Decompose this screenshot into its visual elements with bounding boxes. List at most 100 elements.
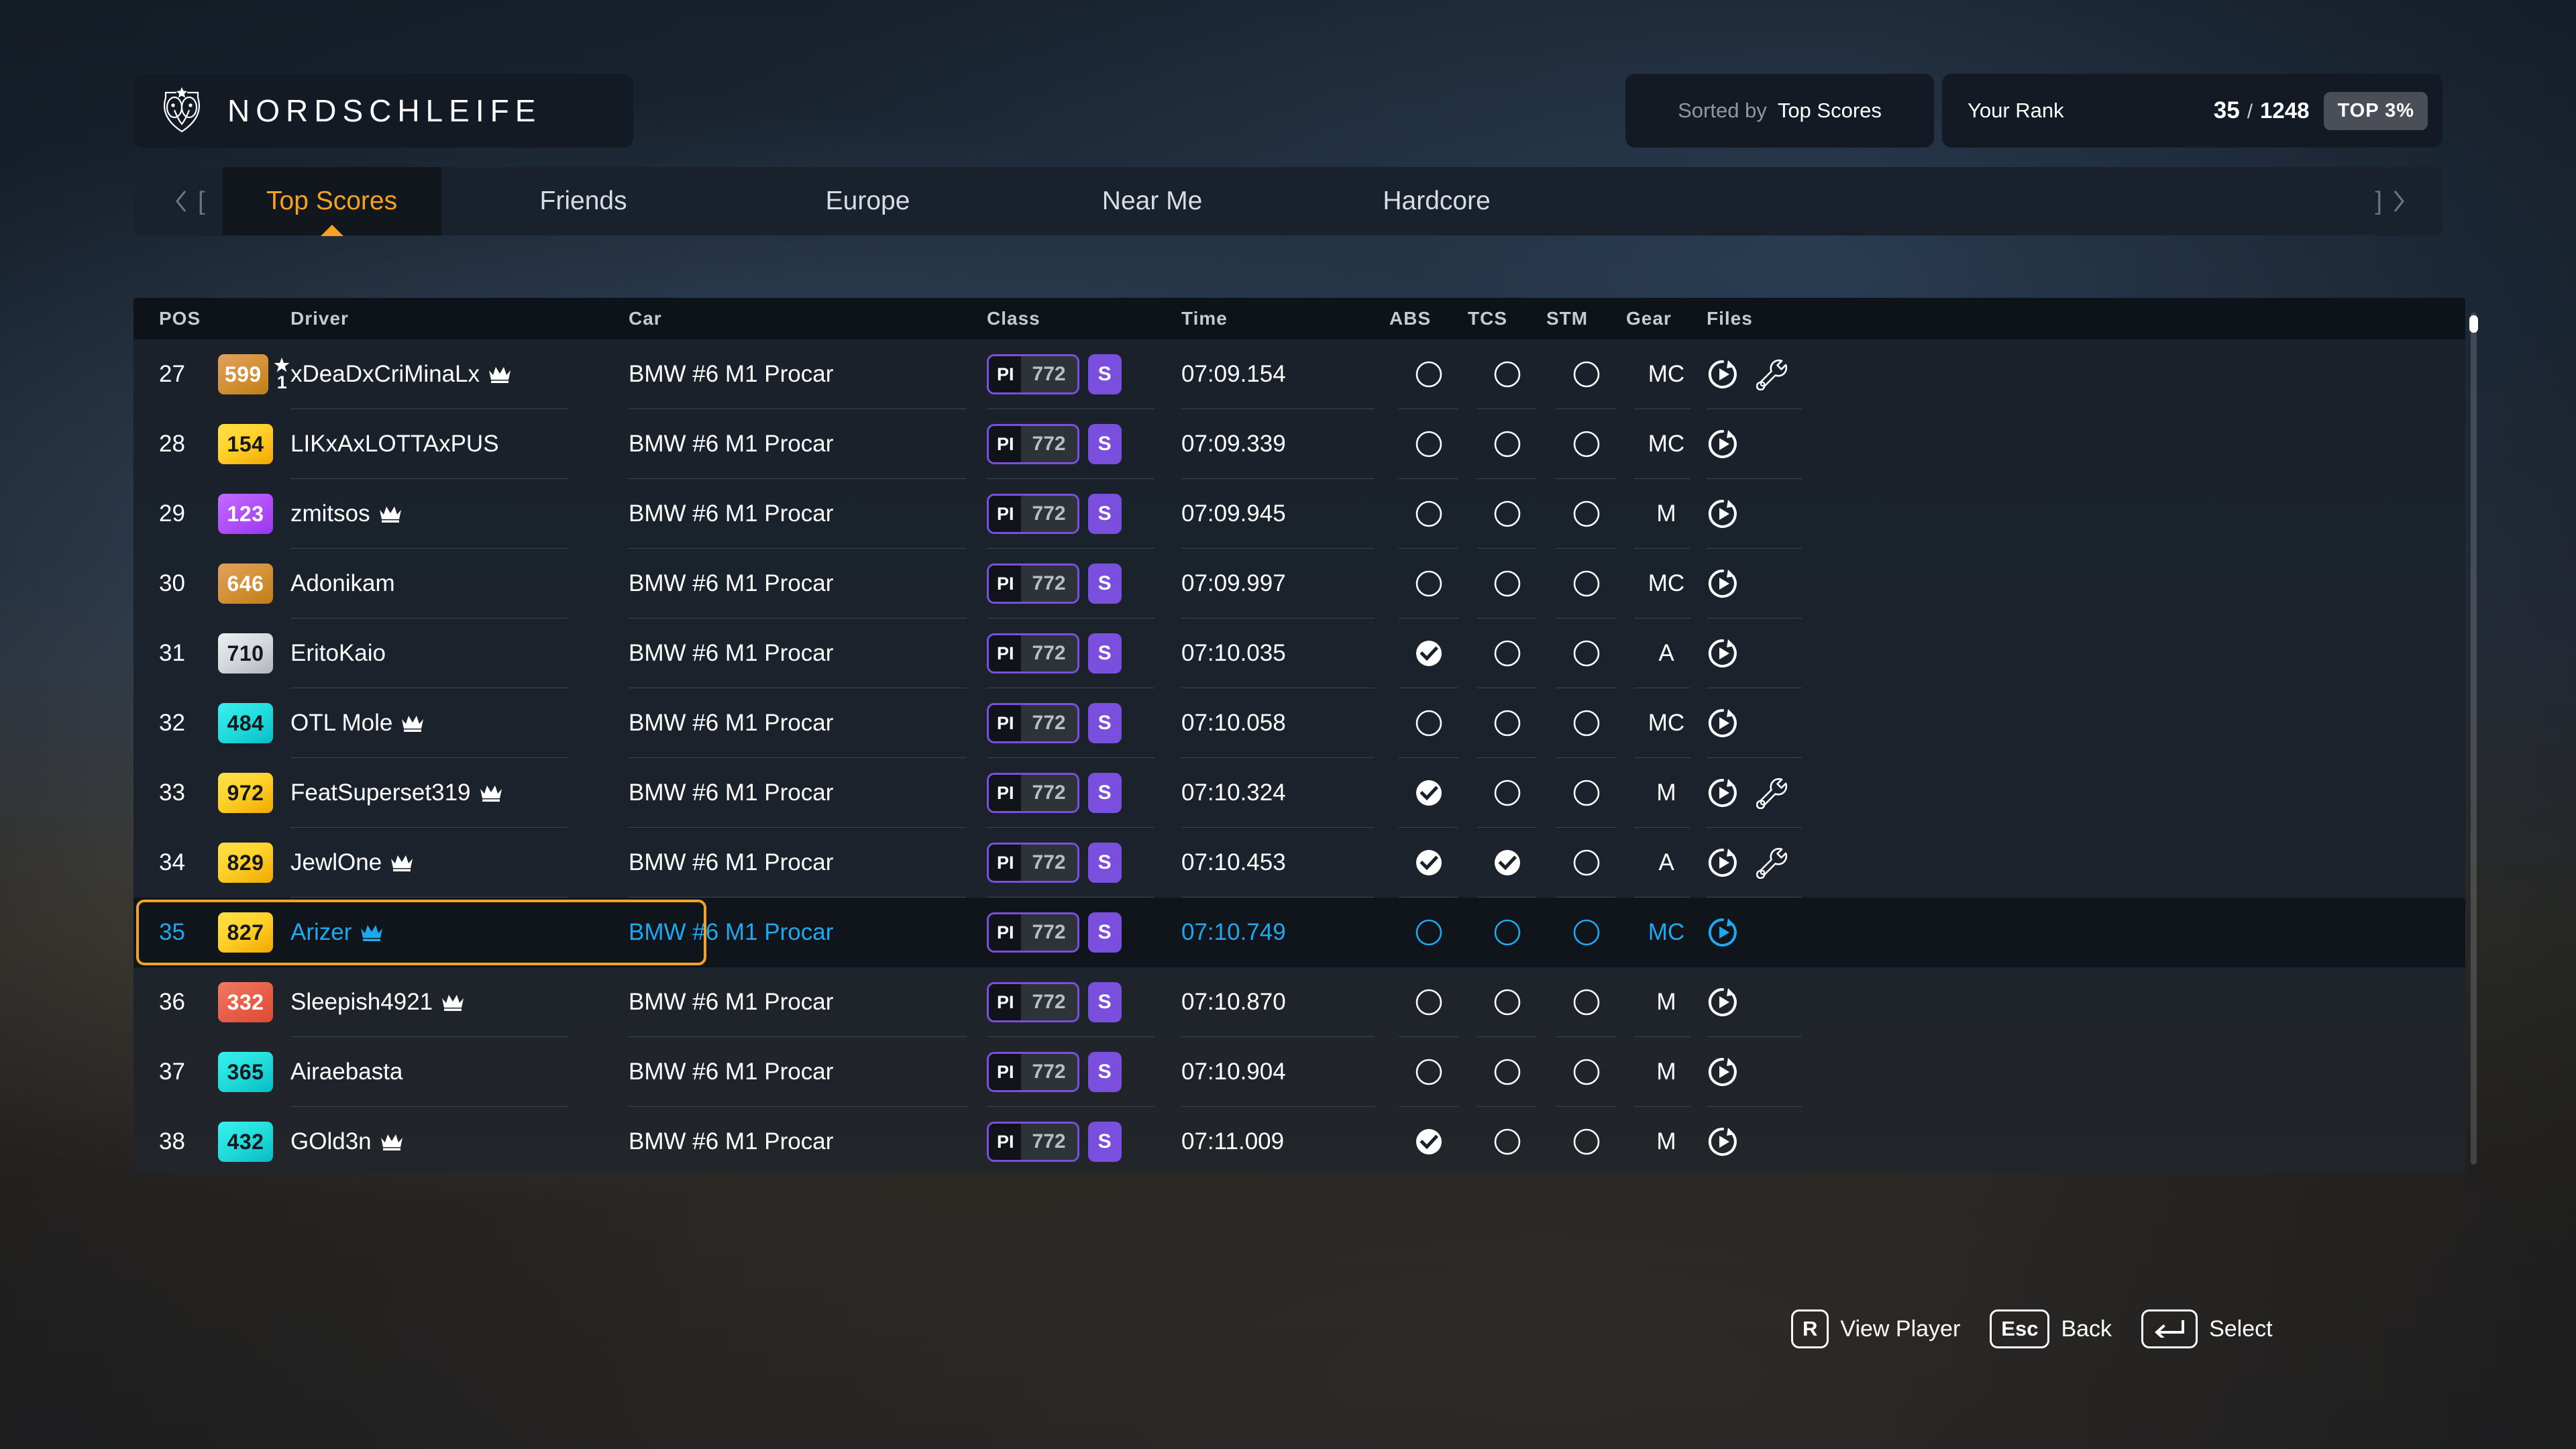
column-header-driver[interactable]: Driver: [290, 308, 629, 329]
key-hint-label: Back: [2061, 1316, 2112, 1342]
stm-assist-cell: [1546, 828, 1626, 898]
replay-icon[interactable]: [1707, 498, 1739, 530]
replay-icon[interactable]: [1707, 428, 1739, 460]
abs-assist-cell: [1389, 828, 1468, 898]
table-row[interactable]: 35 827 Arizer BMW #6 M1 Procar PI 772 S 07:10.7…: [133, 898, 2465, 967]
key-hint-back[interactable]: Esc Back: [1990, 1309, 2112, 1348]
assist-off-icon: [1494, 1059, 1520, 1085]
tab-top-scores[interactable]: Top Scores: [222, 167, 441, 235]
crown-icon: [379, 506, 401, 523]
gear-cell: M: [1626, 479, 1707, 549]
car-cell: BMW #6 M1 Procar: [629, 898, 987, 967]
table-row[interactable]: 32 484 OTL Mole BMW #6 M1 Procar PI 772 S 07:10…: [133, 688, 2465, 758]
assist-off-icon: [1573, 500, 1599, 527]
leaderboard-scrollbar-thumb[interactable]: [2469, 315, 2478, 333]
replay-icon[interactable]: [1707, 358, 1739, 390]
column-header-tcs[interactable]: TCS: [1468, 308, 1546, 329]
table-row[interactable]: 28 154 LIKxAxLOTTAxPUS BMW #6 M1 Procar PI 77…: [133, 409, 2465, 479]
key-cap: [2141, 1309, 2198, 1348]
assist-off-icon: [1494, 361, 1520, 388]
replay-icon[interactable]: [1707, 986, 1739, 1018]
driver-cell: LIKxAxLOTTAxPUS: [290, 409, 629, 479]
driver-number-cell: 829: [218, 843, 290, 883]
tab-hardcore[interactable]: Hardcore: [1295, 167, 1579, 235]
time-cell: 07:09.997: [1181, 549, 1389, 619]
key-hint-view-player[interactable]: R View Player: [1791, 1309, 1960, 1348]
replay-icon[interactable]: [1707, 1126, 1739, 1158]
pi-value: 772: [1032, 572, 1066, 594]
assist-off-icon: [1415, 989, 1442, 1016]
table-row[interactable]: 36 332 Sleepish4921 BMW #6 M1 Procar PI 772 S 0…: [133, 967, 2465, 1037]
tune-wrench-icon[interactable]: [1756, 777, 1788, 809]
column-header-stm[interactable]: STM: [1546, 308, 1626, 329]
replay-icon[interactable]: [1707, 568, 1739, 600]
time-cell: 07:10.453: [1181, 828, 1389, 898]
tab-friends[interactable]: Friends: [441, 167, 726, 235]
class-cell: PI 772 S: [987, 479, 1181, 549]
driver-cell: xDeaDxCriMinaLx: [290, 339, 629, 409]
table-row[interactable]: 31 710 EritoKaio BMW #6 M1 Procar PI 772 S 07:1…: [133, 619, 2465, 688]
leaderboard-scrollbar-track[interactable]: [2471, 313, 2477, 1165]
lap-time: 07:10.870: [1181, 989, 1286, 1015]
next-tab-button[interactable]: ]: [2357, 167, 2424, 235]
driver-name: LIKxAxLOTTAxPUS: [290, 431, 499, 457]
driver-cell: GOld3n: [290, 1107, 629, 1173]
table-row[interactable]: 27 599 1 xDeaDxCriMinaLx BMW #6 M1 Procar PI 7…: [133, 339, 2465, 409]
assist-on-icon: [1415, 850, 1442, 875]
your-rank-panel: Your Rank 35 / 1248 TOP 3%: [1942, 74, 2443, 148]
replay-icon[interactable]: [1707, 1056, 1739, 1088]
table-row[interactable]: 29 123 zmitsos BMW #6 M1 Procar PI 772 S 07:09.…: [133, 479, 2465, 549]
sort-by-control[interactable]: Sorted by Top Scores: [1625, 74, 1934, 148]
class-letter-chip: S: [1087, 1122, 1122, 1162]
files-cell: [1707, 967, 1841, 1037]
car-cell: BMW #6 M1 Procar: [629, 339, 987, 409]
tune-wrench-icon[interactable]: [1756, 847, 1788, 879]
prev-tab-button[interactable]: [: [156, 167, 223, 235]
performance-index-badge: PI 772: [987, 633, 1079, 674]
gear-mode: MC: [1648, 710, 1685, 736]
assist-on-icon: [1494, 850, 1520, 875]
driver-number-cell: 365: [218, 1052, 290, 1092]
column-header-car[interactable]: Car: [629, 308, 987, 329]
tab-label: Near Me: [1102, 186, 1203, 215]
table-row[interactable]: 33 972 FeatSuperset319 BMW #6 M1 Procar PI 77…: [133, 758, 2465, 828]
column-header-time[interactable]: Time: [1181, 308, 1389, 329]
tab-europe[interactable]: Europe: [726, 167, 1010, 235]
column-header-gear[interactable]: Gear: [1626, 308, 1707, 329]
replay-icon[interactable]: [1707, 847, 1739, 879]
table-row[interactable]: 38 432 GOld3n BMW #6 M1 Procar PI 772 S 07:11.0…: [133, 1107, 2465, 1173]
assist-off-icon: [1494, 1128, 1520, 1155]
tab-near-me[interactable]: Near Me: [1010, 167, 1295, 235]
car-name: BMW #6 M1 Procar: [629, 989, 834, 1015]
table-row[interactable]: 34 829 JewlOne BMW #6 M1 Procar PI 772 S 07:10.…: [133, 828, 2465, 898]
replay-icon[interactable]: [1707, 777, 1739, 809]
driver-name: FeatSuperset319: [290, 780, 471, 806]
files-cell: [1707, 1107, 1841, 1173]
column-header-class[interactable]: Class: [987, 308, 1181, 329]
column-header-abs[interactable]: ABS: [1389, 308, 1468, 329]
row-position: 35: [159, 919, 185, 945]
pi-label: PI: [989, 705, 1021, 741]
driver-name: Airaebasta: [290, 1059, 403, 1085]
row-position: 31: [159, 640, 185, 666]
lap-time: 07:09.997: [1181, 570, 1286, 596]
table-row[interactable]: 37 365 Airaebasta BMW #6 M1 Procar PI 772 S 07:…: [133, 1037, 2465, 1107]
assist-off-icon: [1573, 780, 1599, 806]
class-letter-chip: S: [1087, 912, 1122, 953]
abs-assist-cell: [1389, 549, 1468, 619]
column-header-files[interactable]: Files: [1707, 308, 1841, 329]
assist-off-icon: [1573, 1059, 1599, 1085]
replay-icon[interactable]: [1707, 707, 1739, 739]
tune-wrench-icon[interactable]: [1756, 358, 1788, 390]
table-row[interactable]: 30 646 Adonikam BMW #6 M1 Procar PI 772 S 07:09…: [133, 549, 2465, 619]
leaderboard-panel: POS Driver Car Class Time ABS TCS STM Gear Files …: [133, 298, 2465, 1173]
driver-number-badge: 484: [218, 703, 273, 743]
replay-icon[interactable]: [1707, 637, 1739, 669]
column-header-pos[interactable]: POS: [133, 308, 218, 329]
key-hint-select[interactable]: Select: [2141, 1309, 2273, 1348]
stm-assist-cell: [1546, 479, 1626, 549]
replay-icon[interactable]: [1707, 916, 1739, 949]
driver-cell: Arizer: [290, 898, 629, 967]
header: NORDSCHLEIFE Sorted by Top Scores Your R…: [133, 74, 2443, 148]
time-cell: 07:09.339: [1181, 409, 1389, 479]
